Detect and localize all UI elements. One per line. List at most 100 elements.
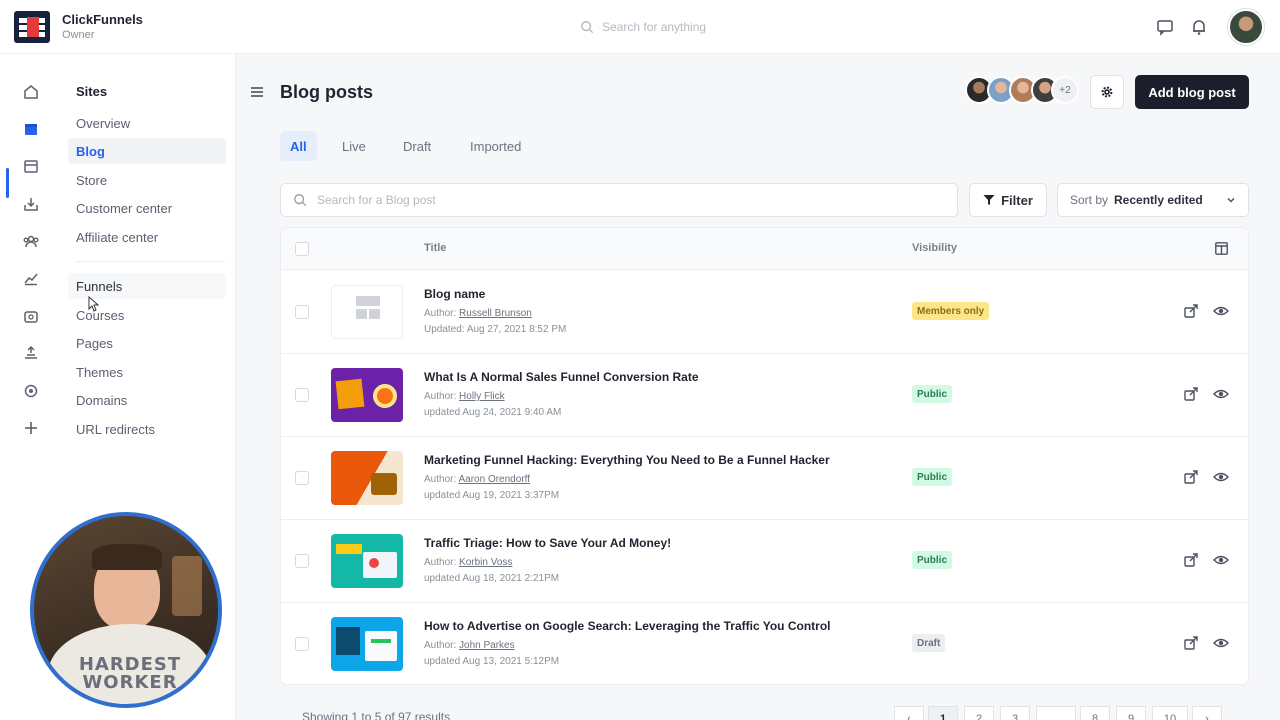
table-row[interactable]: Marketing Funnel Hacking: Everything You… [281, 437, 1248, 520]
author-link[interactable]: Aaron Orendorff [458, 474, 530, 485]
page-button[interactable]: 10 [1152, 706, 1188, 720]
visibility-badge: Draft [912, 634, 946, 652]
menu-toggle-icon[interactable] [250, 86, 264, 98]
subnav-title: Sites [76, 84, 108, 99]
page-title: Blog posts [280, 82, 373, 102]
visibility-badge: Public [912, 551, 953, 569]
subnav-item-store[interactable]: Store [68, 167, 226, 193]
post-title[interactable]: What Is A Normal Sales Funnel Conversion… [424, 370, 699, 384]
prev-page-button[interactable]: ‹ [894, 706, 924, 720]
filter-button[interactable]: Filter [969, 183, 1047, 217]
payments-icon[interactable] [20, 342, 42, 364]
author-link[interactable]: Russell Brunson [459, 308, 532, 319]
subnav-item-pages[interactable]: Pages [68, 330, 226, 356]
page-button[interactable]: 8 [1080, 706, 1110, 720]
mouse-cursor-icon [88, 296, 100, 312]
store-icon[interactable] [20, 155, 42, 177]
row-checkbox[interactable] [295, 305, 309, 319]
page-ellipsis: … [1036, 706, 1076, 720]
visibility-badge: Members only [912, 302, 990, 320]
row-checkbox[interactable] [295, 637, 309, 651]
page-button[interactable]: 3 [1000, 706, 1030, 720]
table-header: Title Visibility [281, 228, 1248, 270]
blog-search-input[interactable] [317, 193, 917, 207]
column-visibility: Visibility [912, 242, 958, 254]
subnav-item-blog[interactable]: Blog [68, 138, 226, 164]
tab-live[interactable]: Live [332, 131, 376, 161]
contacts-icon[interactable] [20, 230, 42, 252]
subnav-item-customer-center[interactable]: Customer center [68, 195, 226, 221]
share-icon[interactable] [1183, 386, 1199, 402]
eye-icon[interactable] [1213, 469, 1229, 485]
add-icon[interactable] [20, 417, 42, 439]
author-label: Author: [424, 474, 457, 485]
blog-posts-table: Title Visibility Blog name Author: Russe… [280, 227, 1249, 685]
author-label: Author: [424, 391, 457, 402]
table-row[interactable]: Blog name Author: Russell Brunson Update… [281, 271, 1248, 354]
share-icon[interactable] [1183, 552, 1199, 568]
home-icon[interactable] [20, 81, 42, 103]
post-title[interactable]: Blog name [424, 287, 485, 301]
blog-search[interactable] [280, 183, 958, 217]
author-link[interactable]: Korbin Voss [459, 557, 512, 568]
post-title[interactable]: Traffic Triage: How to Save Your Ad Mone… [424, 536, 671, 550]
tab-imported[interactable]: Imported [460, 131, 531, 161]
table-row[interactable]: How to Advertise on Google Search: Lever… [281, 603, 1248, 684]
share-icon[interactable] [1183, 303, 1199, 319]
share-icon[interactable] [1183, 469, 1199, 485]
post-title[interactable]: How to Advertise on Google Search: Lever… [424, 619, 831, 633]
post-updated: updated Aug 19, 2021 3:37PM [424, 490, 560, 501]
add-blog-post-button[interactable]: Add blog post [1135, 75, 1249, 109]
eye-icon[interactable] [1213, 552, 1229, 568]
columns-icon[interactable] [1215, 242, 1228, 255]
author-link[interactable]: Holly Flick [459, 391, 505, 402]
row-checkbox[interactable] [295, 471, 309, 485]
chat-icon[interactable] [1156, 18, 1174, 36]
subnav-item-domains[interactable]: Domains [68, 387, 226, 413]
filter-icon [983, 195, 995, 205]
post-author: Author: Russell Brunson [424, 308, 532, 319]
rail-active-indicator [6, 168, 9, 198]
row-checkbox[interactable] [295, 554, 309, 568]
table-row[interactable]: What Is A Normal Sales Funnel Conversion… [281, 354, 1248, 437]
eye-icon[interactable] [1213, 386, 1229, 402]
user-avatar[interactable] [1228, 9, 1264, 45]
visibility-badge: Public [912, 468, 953, 486]
select-all-checkbox[interactable] [295, 242, 309, 256]
post-thumbnail [331, 368, 403, 422]
share-icon[interactable] [1183, 635, 1199, 651]
page-button[interactable]: 9 [1116, 706, 1146, 720]
eye-icon[interactable] [1213, 303, 1229, 319]
sort-dropdown[interactable]: Sort by Recently edited [1057, 183, 1249, 217]
subnav-item-overview[interactable]: Overview [68, 110, 226, 136]
bell-icon[interactable] [1190, 18, 1208, 36]
author-link[interactable]: John Parkes [459, 640, 515, 651]
eye-icon[interactable] [1213, 635, 1229, 651]
post-title[interactable]: Marketing Funnel Hacking: Everything You… [424, 453, 830, 467]
settings-icon[interactable] [20, 380, 42, 402]
more-members-count[interactable]: +2 [1051, 76, 1079, 104]
automation-icon[interactable] [20, 305, 42, 327]
tab-draft[interactable]: Draft [393, 131, 441, 161]
post-thumbnail [331, 617, 403, 671]
webcam-overlay: HARDEST WORKER [30, 512, 222, 708]
global-search[interactable]: Search for anything [580, 17, 780, 37]
column-title: Title [424, 242, 447, 254]
blog-settings-button[interactable] [1090, 75, 1124, 109]
analytics-icon[interactable] [20, 267, 42, 289]
subnav-item-themes[interactable]: Themes [68, 359, 226, 385]
row-checkbox[interactable] [295, 388, 309, 402]
inbox-icon[interactable] [20, 193, 42, 215]
author-label: Author: [424, 557, 457, 568]
page-button[interactable]: 1 [928, 706, 958, 720]
subnav-item-url-redirects[interactable]: URL redirects [68, 416, 226, 442]
sites-icon[interactable] [20, 118, 42, 140]
page-button[interactable]: 2 [964, 706, 994, 720]
workspace-switcher[interactable]: ClickFunnels Owner [62, 12, 143, 41]
table-row[interactable]: Traffic Triage: How to Save Your Ad Mone… [281, 520, 1248, 603]
clickfunnels-logo[interactable] [14, 11, 50, 43]
tab-all[interactable]: All [280, 131, 317, 161]
subnav-item-affiliate-center[interactable]: Affiliate center [68, 224, 226, 250]
post-author: Author: Korbin Voss [424, 557, 512, 568]
next-page-button[interactable]: › [1192, 706, 1222, 720]
